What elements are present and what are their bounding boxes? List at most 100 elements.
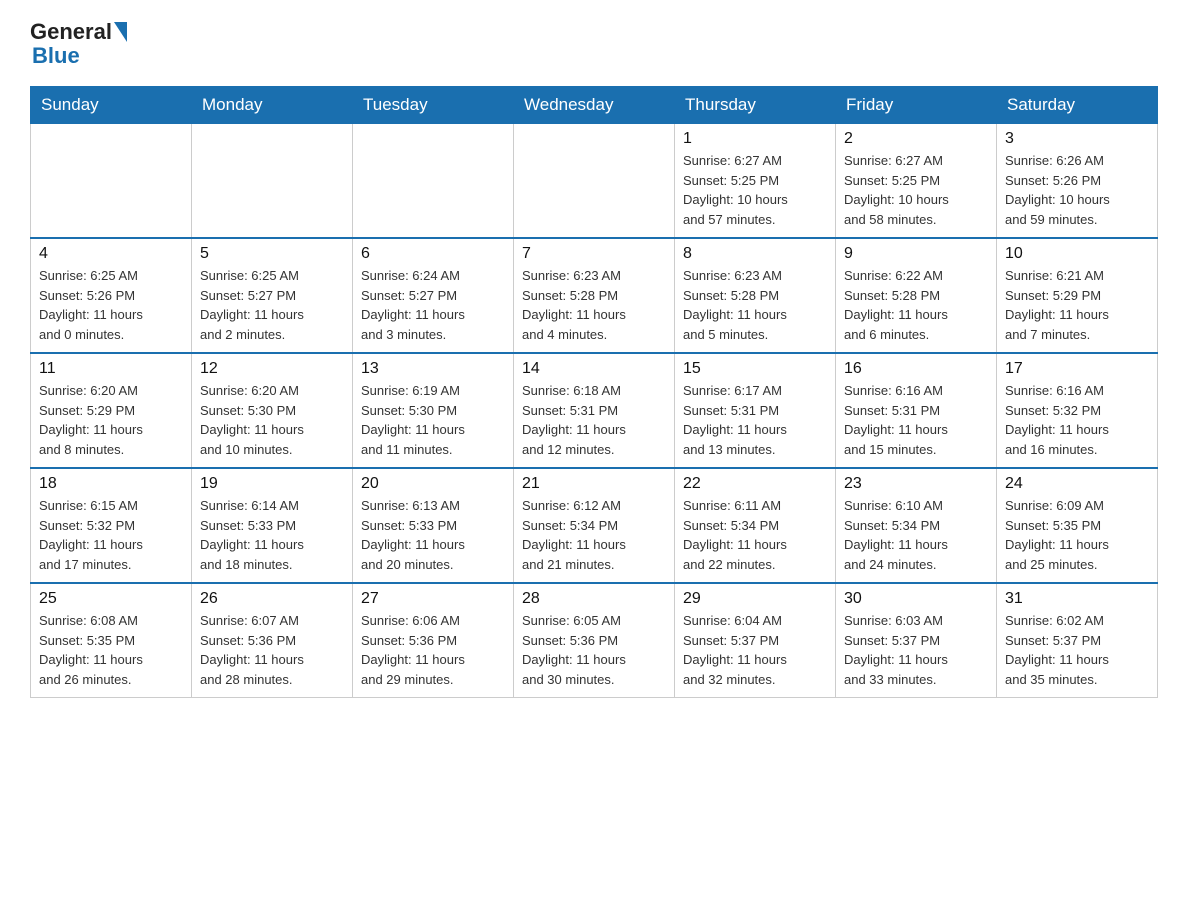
day-info: Sunrise: 6:23 AMSunset: 5:28 PMDaylight:… [683,266,827,344]
day-number: 17 [1005,360,1149,378]
calendar-cell: 16 Sunrise: 6:16 AMSunset: 5:31 PMDayligh… [836,353,997,468]
day-of-week-header: Friday [836,87,997,124]
logo: General Blue [30,20,127,68]
calendar-cell: 10 Sunrise: 6:21 AMSunset: 5:29 PMDayligh… [997,238,1158,353]
calendar-cell: 5 Sunrise: 6:25 AMSunset: 5:27 PMDaylight… [192,238,353,353]
day-info: Sunrise: 6:08 AMSunset: 5:35 PMDaylight:… [39,611,183,689]
calendar-cell: 22 Sunrise: 6:11 AMSunset: 5:34 PMDayligh… [675,468,836,583]
day-number: 10 [1005,245,1149,263]
day-number: 5 [200,245,344,263]
calendar-cell: 13Sunrise: 6:19 AMSunset: 5:30 PMDayligh… [353,353,514,468]
day-of-week-header: Sunday [31,87,192,124]
day-info: Sunrise: 6:16 AMSunset: 5:32 PMDaylight:… [1005,381,1149,459]
calendar-cell: 8 Sunrise: 6:23 AMSunset: 5:28 PMDaylight… [675,238,836,353]
day-info: Sunrise: 6:21 AMSunset: 5:29 PMDaylight:… [1005,266,1149,344]
calendar-cell: 3 Sunrise: 6:26 AMSunset: 5:26 PMDaylight… [997,124,1158,239]
day-number: 23 [844,475,988,493]
day-info: Sunrise: 6:20 AMSunset: 5:29 PMDaylight:… [39,381,183,459]
day-number: 1 [683,130,827,148]
day-of-week-header: Saturday [997,87,1158,124]
calendar-cell: 11 Sunrise: 6:20 AMSunset: 5:29 PMDayligh… [31,353,192,468]
calendar-cell: 19Sunrise: 6:14 AMSunset: 5:33 PMDayligh… [192,468,353,583]
day-number: 26 [200,590,344,608]
day-number: 28 [522,590,666,608]
logo-arrow-icon [114,22,127,42]
day-number: 25 [39,590,183,608]
calendar-cell: 14Sunrise: 6:18 AMSunset: 5:31 PMDayligh… [514,353,675,468]
calendar-cell: 26 Sunrise: 6:07 AMSunset: 5:36 PMDayligh… [192,583,353,698]
day-number: 7 [522,245,666,263]
day-number: 11 [39,360,183,378]
calendar-table: SundayMondayTuesdayWednesdayThursdayFrid… [30,86,1158,698]
day-info: Sunrise: 6:06 AMSunset: 5:36 PMDaylight:… [361,611,505,689]
calendar-cell: 30 Sunrise: 6:03 AMSunset: 5:37 PMDayligh… [836,583,997,698]
calendar-cell: 12 Sunrise: 6:20 AMSunset: 5:30 PMDayligh… [192,353,353,468]
day-info: Sunrise: 6:03 AMSunset: 5:37 PMDaylight:… [844,611,988,689]
day-info: Sunrise: 6:05 AMSunset: 5:36 PMDaylight:… [522,611,666,689]
day-number: 12 [200,360,344,378]
calendar-cell: 17 Sunrise: 6:16 AMSunset: 5:32 PMDayligh… [997,353,1158,468]
calendar-week-row: 18 Sunrise: 6:15 AMSunset: 5:32 PMDayligh… [31,468,1158,583]
calendar-cell: 29 Sunrise: 6:04 AMSunset: 5:37 PMDayligh… [675,583,836,698]
calendar-cell [192,124,353,239]
calendar-cell: 1 Sunrise: 6:27 AMSunset: 5:25 PMDaylight… [675,124,836,239]
calendar-cell: 23 Sunrise: 6:10 AMSunset: 5:34 PMDayligh… [836,468,997,583]
day-info: Sunrise: 6:04 AMSunset: 5:37 PMDaylight:… [683,611,827,689]
calendar-cell: 9Sunrise: 6:22 AMSunset: 5:28 PMDaylight… [836,238,997,353]
day-info: Sunrise: 6:02 AMSunset: 5:37 PMDaylight:… [1005,611,1149,689]
day-info: Sunrise: 6:27 AMSunset: 5:25 PMDaylight:… [844,151,988,229]
day-info: Sunrise: 6:20 AMSunset: 5:30 PMDaylight:… [200,381,344,459]
calendar-cell [353,124,514,239]
day-number: 20 [361,475,505,493]
day-number: 8 [683,245,827,263]
calendar-cell: 2 Sunrise: 6:27 AMSunset: 5:25 PMDaylight… [836,124,997,239]
day-of-week-header: Tuesday [353,87,514,124]
day-info: Sunrise: 6:16 AMSunset: 5:31 PMDaylight:… [844,381,988,459]
calendar-week-row: 25 Sunrise: 6:08 AMSunset: 5:35 PMDayligh… [31,583,1158,698]
day-number: 6 [361,245,505,263]
calendar-cell: 24Sunrise: 6:09 AMSunset: 5:35 PMDayligh… [997,468,1158,583]
day-number: 30 [844,590,988,608]
day-info: Sunrise: 6:17 AMSunset: 5:31 PMDaylight:… [683,381,827,459]
day-number: 31 [1005,590,1149,608]
day-number: 29 [683,590,827,608]
calendar-week-row: 11 Sunrise: 6:20 AMSunset: 5:29 PMDayligh… [31,353,1158,468]
day-number: 3 [1005,130,1149,148]
logo-general: General [30,20,112,44]
day-number: 19 [200,475,344,493]
day-info: Sunrise: 6:22 AMSunset: 5:28 PMDaylight:… [844,266,988,344]
day-info: Sunrise: 6:25 AMSunset: 5:27 PMDaylight:… [200,266,344,344]
day-info: Sunrise: 6:24 AMSunset: 5:27 PMDaylight:… [361,266,505,344]
day-info: Sunrise: 6:11 AMSunset: 5:34 PMDaylight:… [683,496,827,574]
logo-blue: Blue [32,43,80,68]
day-info: Sunrise: 6:15 AMSunset: 5:32 PMDaylight:… [39,496,183,574]
calendar-cell: 20Sunrise: 6:13 AMSunset: 5:33 PMDayligh… [353,468,514,583]
day-number: 16 [844,360,988,378]
day-info: Sunrise: 6:18 AMSunset: 5:31 PMDaylight:… [522,381,666,459]
calendar-cell: 4 Sunrise: 6:25 AMSunset: 5:26 PMDaylight… [31,238,192,353]
day-number: 15 [683,360,827,378]
day-info: Sunrise: 6:27 AMSunset: 5:25 PMDaylight:… [683,151,827,229]
day-number: 18 [39,475,183,493]
day-info: Sunrise: 6:12 AMSunset: 5:34 PMDaylight:… [522,496,666,574]
logo-wordmark: General Blue [30,20,127,68]
day-info: Sunrise: 6:23 AMSunset: 5:28 PMDaylight:… [522,266,666,344]
day-info: Sunrise: 6:26 AMSunset: 5:26 PMDaylight:… [1005,151,1149,229]
day-of-week-header: Wednesday [514,87,675,124]
day-info: Sunrise: 6:25 AMSunset: 5:26 PMDaylight:… [39,266,183,344]
day-of-week-header: Thursday [675,87,836,124]
calendar-cell: 18 Sunrise: 6:15 AMSunset: 5:32 PMDayligh… [31,468,192,583]
day-info: Sunrise: 6:10 AMSunset: 5:34 PMDaylight:… [844,496,988,574]
calendar-cell: 27 Sunrise: 6:06 AMSunset: 5:36 PMDayligh… [353,583,514,698]
calendar-week-row: 1 Sunrise: 6:27 AMSunset: 5:25 PMDaylight… [31,124,1158,239]
calendar-cell: 25 Sunrise: 6:08 AMSunset: 5:35 PMDayligh… [31,583,192,698]
day-number: 22 [683,475,827,493]
calendar-cell: 6 Sunrise: 6:24 AMSunset: 5:27 PMDaylight… [353,238,514,353]
calendar-cell [514,124,675,239]
day-number: 27 [361,590,505,608]
day-info: Sunrise: 6:07 AMSunset: 5:36 PMDaylight:… [200,611,344,689]
day-number: 2 [844,130,988,148]
day-number: 13 [361,360,505,378]
day-number: 4 [39,245,183,263]
day-of-week-header: Monday [192,87,353,124]
